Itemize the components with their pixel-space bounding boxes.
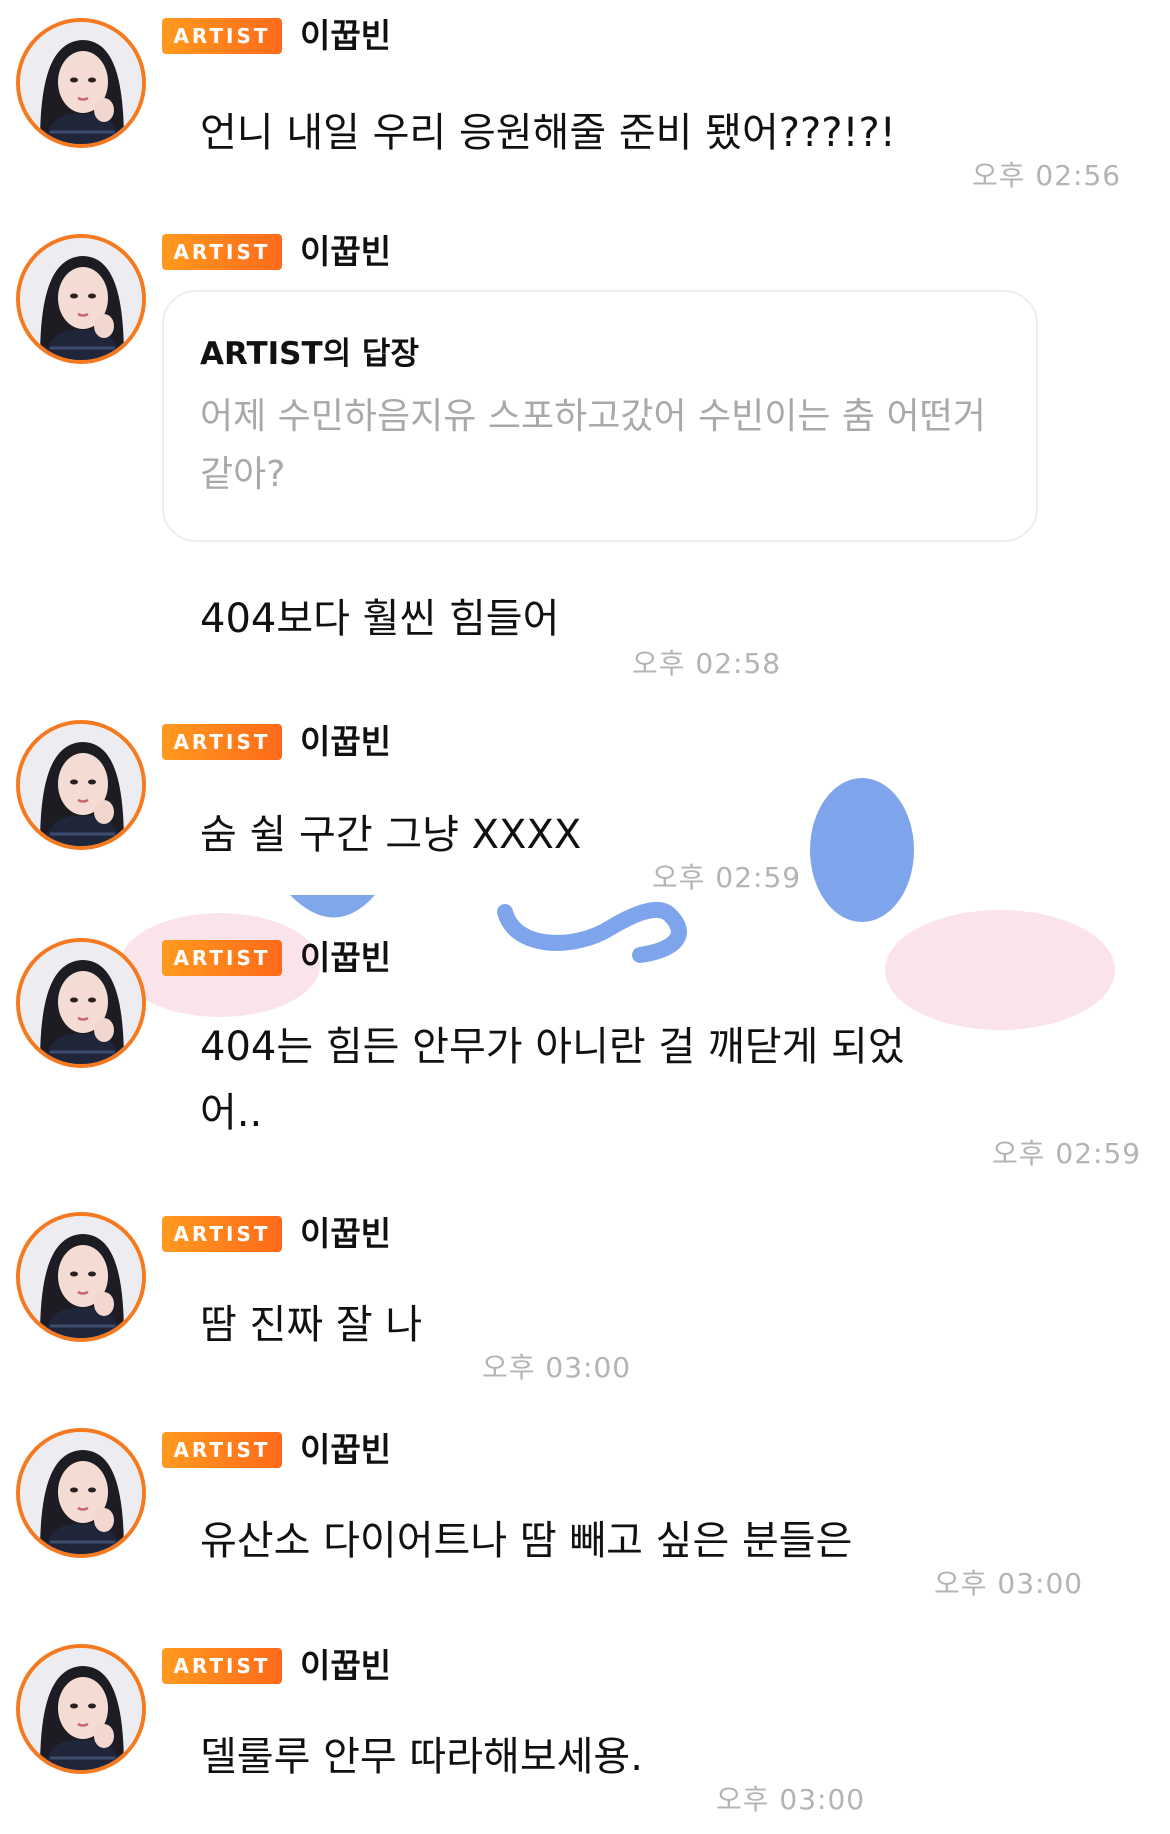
avatar[interactable] — [16, 234, 146, 364]
avatar-portrait-image — [20, 1432, 142, 1554]
message-text: 404보다 훨씬 힘들어 — [200, 596, 560, 642]
avatar[interactable] — [16, 1212, 146, 1342]
artist-badge: ARTIST — [162, 18, 282, 54]
message-timestamp: 오후 02:58 — [632, 647, 782, 680]
artist-badge: ARTIST — [162, 940, 282, 976]
artist-badge: ARTIST — [162, 724, 282, 760]
author-name: 이꿉빈 — [300, 1430, 392, 1469]
quoted-reply-card[interactable]: ARTIST의 답장 어제 수민하음지유 스포하고갔어 수빈이는 춤 어떤거 같… — [162, 290, 1038, 542]
doodle-blue-oval — [810, 778, 914, 922]
doodle-blue-arc — [290, 895, 375, 918]
message-timestamp: 오후 02:59 — [992, 1137, 1142, 1170]
avatar-portrait-image — [20, 1648, 142, 1770]
message-text: 언니 내일 우리 응원해줄 준비 됐어???!?! — [200, 110, 896, 156]
message-text: 숨 쉴 구간 그냥 XXXX — [200, 812, 582, 858]
message-timestamp: 오후 03:00 — [934, 1567, 1084, 1600]
avatar-portrait-image — [20, 22, 142, 144]
message-timestamp: 오후 03:00 — [482, 1351, 632, 1384]
author-name: 이꿉빈 — [300, 722, 392, 761]
message-timestamp: 오후 02:59 — [652, 861, 802, 894]
reply-quoted-text: 어제 수민하음지유 스포하고갔어 수빈이는 춤 어떤거 같아? — [200, 396, 986, 495]
message-timestamp: 오후 02:56 — [972, 159, 1122, 192]
author-name: 이꿉빈 — [300, 1214, 392, 1253]
avatar[interactable] — [16, 938, 146, 1068]
author-name: 이꿉빈 — [300, 938, 392, 977]
avatar-portrait-image — [20, 238, 142, 360]
doodle-blue-squiggle — [497, 901, 687, 963]
reply-title: ARTIST의 답장 — [200, 336, 419, 372]
message-text: 땀 진짜 잘 나 — [200, 1302, 423, 1348]
doodle-pink-blob-right — [885, 910, 1115, 1030]
author-name: 이꿉빈 — [300, 16, 392, 55]
message-text: 유산소 다이어트나 땀 빼고 싶은 분들은 — [200, 1518, 853, 1564]
message-text: 404는 힘든 안무가 아니란 걸 깨닫게 되었어.. — [200, 1024, 905, 1136]
avatar[interactable] — [16, 1428, 146, 1558]
author-name: 이꿉빈 — [300, 1646, 392, 1685]
avatar[interactable] — [16, 18, 146, 148]
artist-badge: ARTIST — [162, 1216, 282, 1252]
artist-badge: ARTIST — [162, 234, 282, 270]
artist-badge: ARTIST — [162, 1432, 282, 1468]
avatar[interactable] — [16, 1644, 146, 1774]
avatar-portrait-image — [20, 1216, 142, 1338]
message-timestamp: 오후 03:00 — [716, 1783, 866, 1816]
message-text: 델룰루 안무 따라해보세용. — [200, 1734, 643, 1780]
avatar-portrait-image — [20, 942, 142, 1064]
author-name: 이꿉빈 — [300, 232, 392, 271]
artist-badge: ARTIST — [162, 1648, 282, 1684]
avatar[interactable] — [16, 720, 146, 850]
avatar-portrait-image — [20, 724, 142, 846]
